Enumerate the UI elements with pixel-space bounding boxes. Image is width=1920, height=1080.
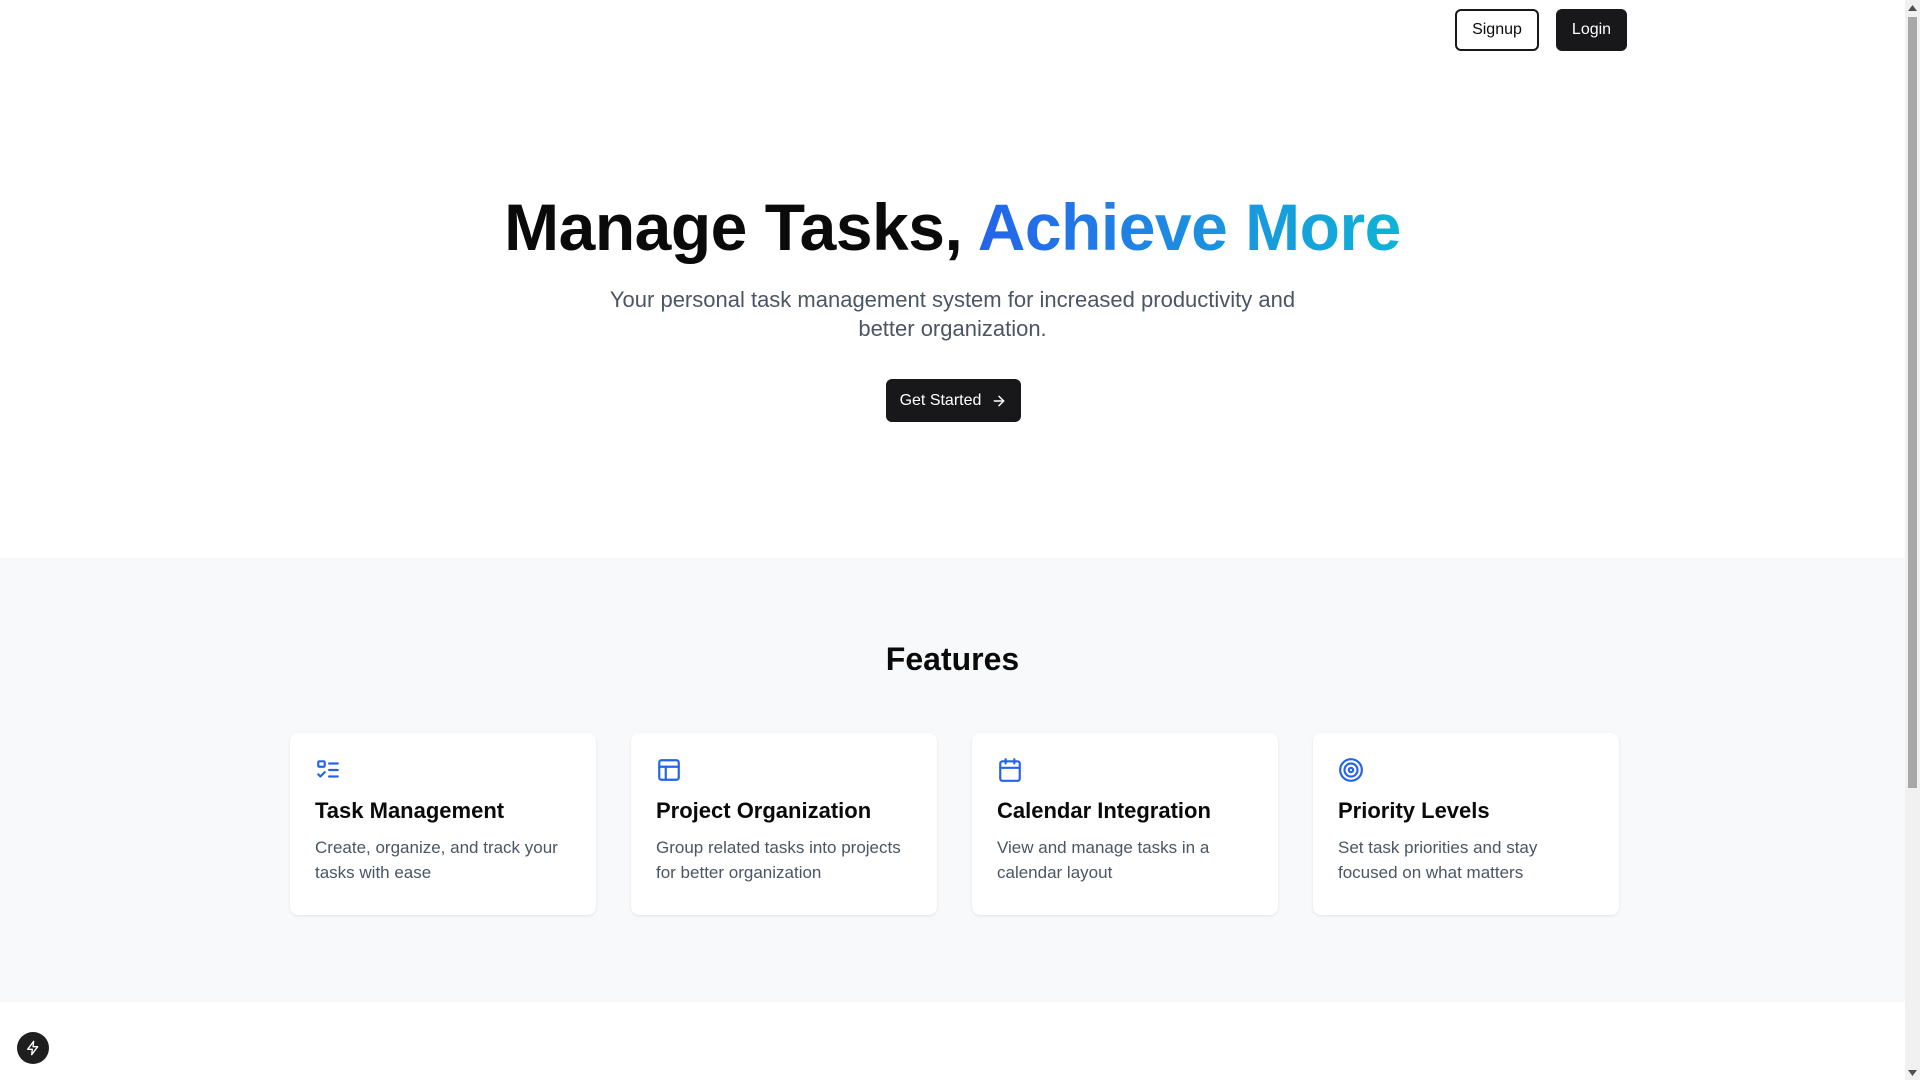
feature-description: Create, organize, and track your tasks w… xyxy=(315,838,558,882)
feature-title: Calendar Integration xyxy=(997,798,1211,823)
feature-title: Project Organization xyxy=(656,798,872,823)
browser-viewport: Signup Login Manage Tasks, Achieve More … xyxy=(0,0,1920,1080)
scrollbar-thumb[interactable] xyxy=(1908,17,1917,788)
hero-subtitle-line-2: better organization. xyxy=(858,316,1047,341)
features-section: Features Task Management Create, organiz… xyxy=(0,558,1905,1002)
hero-title-accent: Achieve More xyxy=(977,190,1402,264)
features-title: Features xyxy=(885,641,1020,677)
feature-card-project-organization: Project Organization Group related tasks… xyxy=(631,733,937,915)
hero-title-plain: Manage Tasks, xyxy=(504,190,963,264)
feature-card-calendar-integration: Calendar Integration View and manage tas… xyxy=(972,733,1278,915)
feature-description: Group related tasks into projects for be… xyxy=(656,838,901,882)
vertical-scrollbar[interactable] xyxy=(1905,0,1920,1080)
feature-description: View and manage tasks in a calendar layo… xyxy=(997,838,1210,882)
hero-title: Manage Tasks, Achieve More xyxy=(0,187,1905,267)
bolt-icon xyxy=(27,1040,39,1056)
feature-title: Priority Levels xyxy=(1338,798,1490,823)
feature-card-task-management: Task Management Create, organize, and tr… xyxy=(290,733,596,915)
floating-badge[interactable] xyxy=(17,1032,49,1064)
hero-subtitle-line-1: Your personal task management system for… xyxy=(609,287,1296,312)
scroll-down-arrow-icon[interactable] xyxy=(1905,1065,1920,1080)
layout-panel-icon xyxy=(656,757,682,783)
calendar-icon xyxy=(997,757,1023,783)
arrow-right-icon xyxy=(994,395,1005,406)
get-started-label: Get Started xyxy=(899,391,982,409)
feature-title: Task Management xyxy=(315,798,505,823)
scroll-up-arrow-icon[interactable] xyxy=(1905,0,1920,15)
feature-card-priority-levels: Priority Levels Set task priorities and … xyxy=(1313,733,1619,915)
hero-section: Manage Tasks, Achieve More Your personal… xyxy=(0,0,1905,558)
get-started-button[interactable]: Get Started xyxy=(886,379,1021,422)
feature-description: Set task priorities and stay focused on … xyxy=(1338,838,1538,882)
hero-subtitle: Your personal task management system for… xyxy=(0,285,1905,343)
list-checks-icon xyxy=(315,757,341,783)
target-icon xyxy=(1338,757,1364,783)
landing-page: Signup Login Manage Tasks, Achieve More … xyxy=(0,0,1905,1080)
